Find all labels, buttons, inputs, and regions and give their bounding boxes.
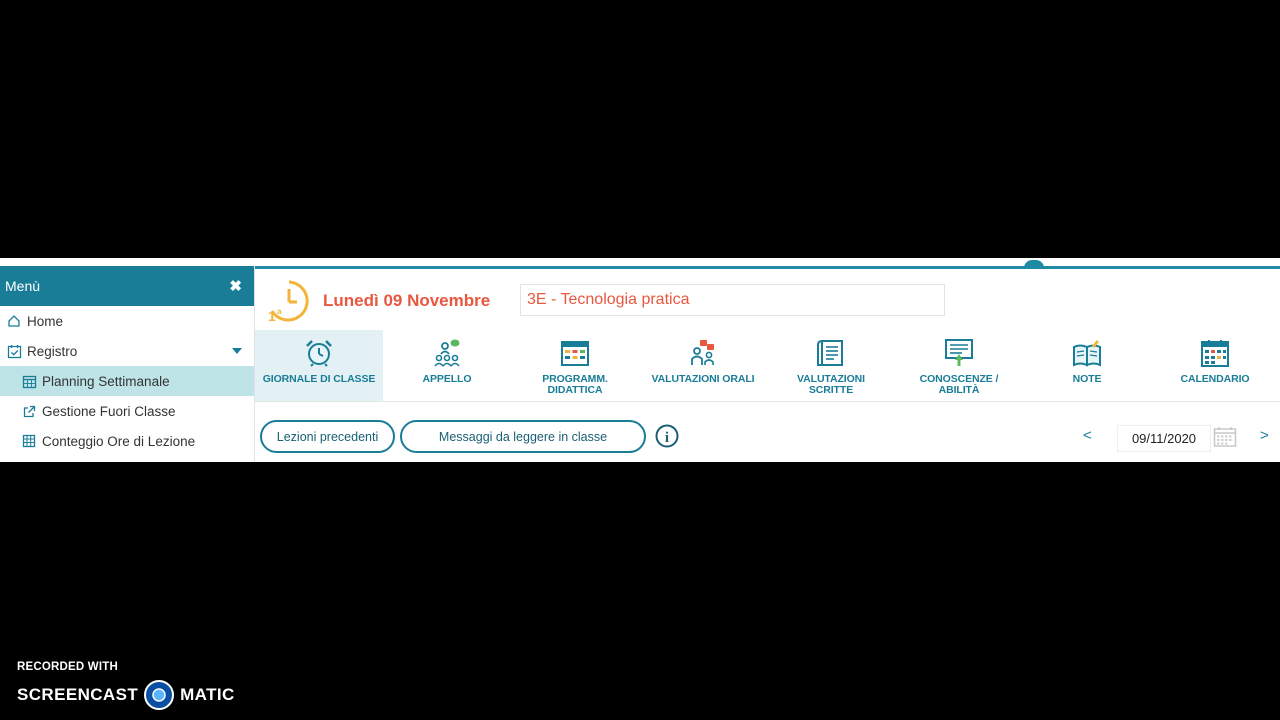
watermark-left-word: SCREENCAST [17,685,139,704]
tab-valutazioni-orali[interactable]: VALUTAZIONI ORALI [639,330,767,401]
alarm-clock-icon [306,340,332,367]
screencast-logo-icon [144,680,175,710]
written-grades-icon [817,340,843,366]
attendance-icon [434,339,460,367]
notes-icon [1073,340,1101,367]
watermark-caption: RECORDED WITH [17,661,118,673]
skills-icon [945,339,973,366]
tab-giornale-di-classe[interactable]: GIORNALE DI CLASSE [255,330,383,401]
calendar-icon [1201,340,1229,367]
tool-label: VALUTAZIONI SCRITTE [797,373,865,396]
tool-label: CALENDARIO [1180,373,1250,385]
sidebar-item-conteggio-ore[interactable]: Conteggio Ore di Lezione [0,426,254,456]
calendar-icon [21,373,37,389]
tool-label: VALUTAZIONI ORALI [651,373,755,385]
sidebar-item-gestione-fuori-classe[interactable]: Gestione Fuori Classe [0,396,254,426]
top-accent-tab [1024,260,1044,268]
tab-programm-didattica[interactable]: PROGRAMM. DIDATTICA [511,330,639,401]
svg-text:i: i [665,430,669,446]
tool-label: CONOSCENZE / ABILITÀ [919,373,999,396]
home-icon [6,313,22,329]
sidebar-item-home[interactable]: Home [0,306,254,336]
class-selector[interactable]: 3E - Tecnologia pratica [520,284,945,316]
sidebar-item-label: Gestione Fuori Classe [42,403,176,419]
messages-to-read-button[interactable]: Messaggi da leggere in classe [400,420,646,453]
menu-header: Menù ✖ [0,266,254,306]
clock-icon: 1 a [268,280,309,324]
register-icon [6,343,22,359]
tool-label: GIORNALE DI CLASSE [262,373,376,385]
tool-label: PROGRAMM. DIDATTICA [542,373,608,396]
planner-icon [561,341,589,366]
date-field[interactable] [1117,425,1211,452]
calendar-picker-icon[interactable] [1213,426,1237,448]
sidebar-item-registro[interactable]: Registro [0,336,254,366]
next-day-button[interactable]: > [1260,427,1269,444]
sidebar-item-label: Registro [27,343,78,359]
tab-conoscenze-abilita[interactable]: CONOSCENZE / ABILITÀ [895,330,1023,401]
previous-day-button[interactable]: < [1083,427,1092,444]
oral-grades-icon [691,340,714,365]
grid-icon [21,433,37,449]
sidebar-item-label: Planning Settimanale [42,373,170,389]
svg-text:a: a [277,307,282,316]
page-title: Lunedì 09 Novembre [323,291,491,310]
tab-appello[interactable]: APPELLO [383,330,511,401]
tool-label: APPELLO [422,373,472,385]
app-window: Menù ✖ Home Registro Planning Settimanal… [0,258,1280,462]
menu-close-button[interactable]: ✖ [229,277,242,295]
tab-valutazioni-scritte[interactable]: VALUTAZIONI SCRITTE [767,330,895,401]
tab-calendario[interactable]: CALENDARIO [1151,330,1279,401]
tool-label: NOTE [1072,373,1102,385]
tab-note[interactable]: NOTE [1023,330,1151,401]
chevron-down-icon[interactable] [232,348,242,354]
external-link-icon [21,403,37,419]
watermark-brand: SCREENCAST MATIC [17,679,235,711]
sidebar-item-planning-settimanale[interactable]: Planning Settimanale [0,366,254,396]
sidebar-item-label: Home [27,313,64,329]
sidebar-item-label: Conteggio Ore di Lezione [42,433,196,449]
menu-title: Menù [5,278,41,294]
svg-text:1: 1 [268,308,276,324]
top-accent-line [255,266,1280,269]
main-toolbar: GIORNALE DI CLASSE APPELLO PROGRAMM. DID… [255,330,1280,402]
watermark-right-word: MATIC [180,685,235,704]
screen: Menù ✖ Home Registro Planning Settimanal… [0,0,1280,720]
sidebar: Menù ✖ Home Registro Planning Settimanal… [0,266,255,462]
previous-lessons-button[interactable]: Lezioni precedenti [260,420,395,453]
info-icon[interactable]: i [655,424,679,448]
